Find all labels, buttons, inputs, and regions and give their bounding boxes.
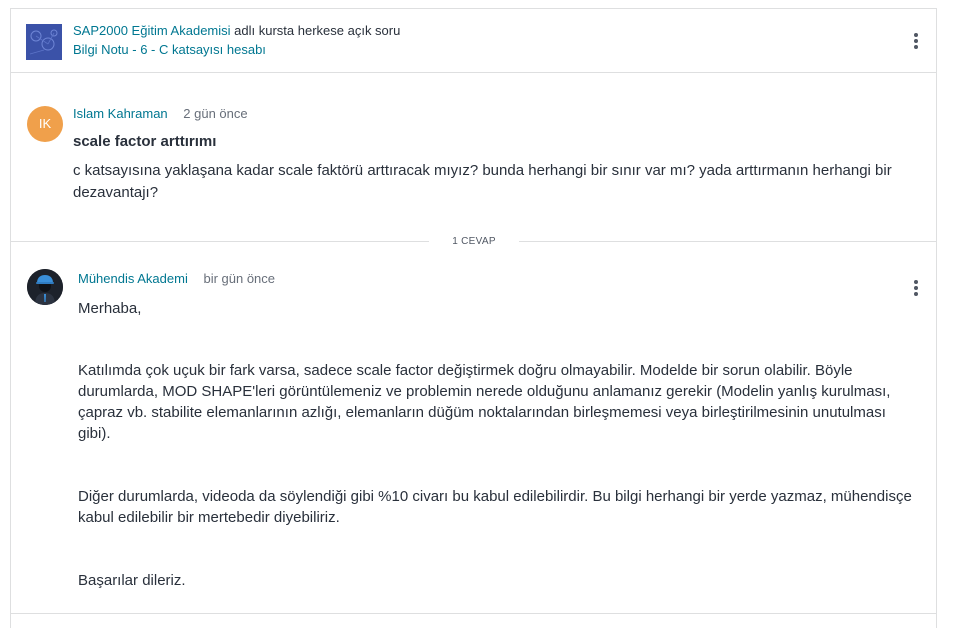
question-panel: SAP2000 Eğitim Akademisi adlı kursta her… [10, 8, 937, 628]
lecture-link[interactable]: Bilgi Notu - 6 - C katsayısı hesabı [73, 42, 266, 57]
course-suffix: adlı kursta herkese açık soru [234, 23, 401, 38]
answer-closing: Başarılar dileriz. [78, 572, 186, 589]
answer-paragraph: Katılımda çok uçuk bir fark varsa, sadec… [78, 362, 891, 442]
engineer-avatar-icon [27, 269, 63, 305]
course-thumbnail[interactable] [26, 24, 62, 60]
answer-greeting: Merhaba, [78, 300, 142, 317]
question-title: scale factor arttırımı [73, 133, 217, 150]
more-vertical-icon[interactable] [911, 33, 921, 51]
question-body: c katsayısına yaklaşana kadar scale fakt… [73, 162, 892, 201]
avatar[interactable]: IK [27, 106, 63, 142]
question-header: SAP2000 Eğitim Akademisi adlı kursta her… [11, 9, 936, 73]
answer-timestamp: bir gün önce [203, 271, 276, 286]
avatar[interactable] [27, 269, 63, 305]
answer-count-label: 1 CEVAP [429, 235, 519, 248]
question-context: SAP2000 Eğitim Akademisi adlı kursta her… [73, 23, 400, 38]
lecture-context: Bilgi Notu - 6 - C katsayısı hesabı [73, 42, 266, 57]
question-timestamp: 2 gün önce [183, 106, 248, 121]
course-link[interactable]: SAP2000 Eğitim Akademisi [73, 23, 231, 38]
question-author-link[interactable]: Islam Kahraman [73, 106, 168, 121]
answer-paragraph: Diğer durumlarda, videoda da söylendiği … [78, 488, 912, 526]
answer-author-link[interactable]: Mühendis Akademi [78, 271, 188, 286]
answer-meta: Mühendis Akademi bir gün önce [78, 271, 275, 286]
divider [11, 613, 936, 614]
question-meta: Islam Kahraman 2 gün önce [73, 106, 248, 121]
more-vertical-icon[interactable] [911, 280, 921, 298]
